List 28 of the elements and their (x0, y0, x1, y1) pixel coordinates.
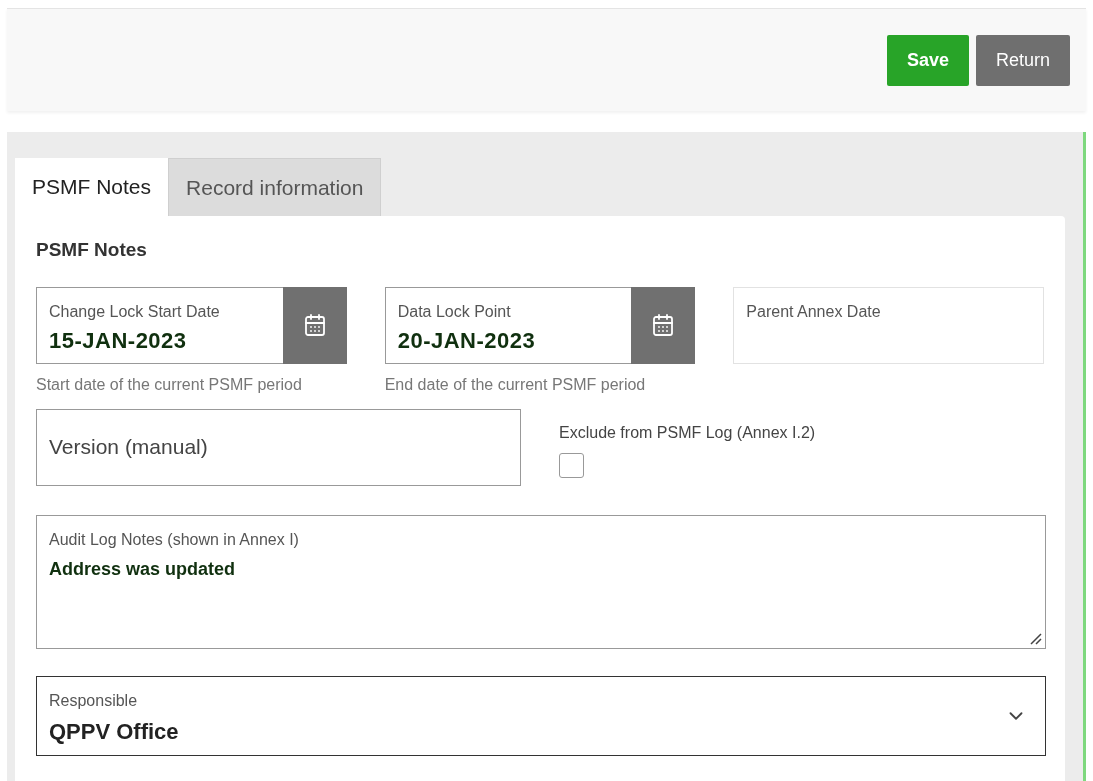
field-value: Address was updated (49, 557, 237, 581)
tab[interactable]: Record information (168, 158, 382, 216)
calendar-icon (651, 313, 676, 337)
field-hint: End date of the current PSMF period (384, 374, 647, 395)
field-label: Data Lock Point (397, 301, 512, 322)
checkbox-label: Exclude from PSMF Log (Annex I.2) (559, 422, 816, 443)
resize-handle-icon (1028, 630, 1042, 645)
version-field[interactable]: Version (manual) (36, 408, 521, 486)
section-title: PSMF Notes (36, 238, 148, 262)
field-label: Audit Log Notes (shown in Annex I) (49, 529, 300, 550)
calendar-button[interactable] (631, 286, 696, 364)
date-field[interactable]: Data Lock Point 20-JAN-2023 (384, 286, 696, 364)
notes-field[interactable]: Audit Log Notes (shown in Annex I) Address was updated (36, 514, 1046, 649)
field-label: Parent Annex Date (746, 301, 882, 322)
tab[interactable]: PSMF Notes (15, 158, 169, 216)
field-value: QPPV Office (49, 717, 179, 746)
field-value: 15-JAN-2023 (49, 326, 188, 355)
field-value: 20-JAN-2023 (397, 326, 537, 355)
responsible-select[interactable]: Responsible QPPV Office (36, 675, 1046, 756)
date-field[interactable]: Change Lock Start Date 15-JAN-2023 (36, 286, 347, 364)
date-field[interactable]: Parent Annex Date (733, 286, 1044, 364)
return-button[interactable]: Return (975, 34, 1070, 86)
field-label: Responsible (49, 690, 139, 711)
field-label: Change Lock Start Date (49, 301, 221, 322)
field-hint: Start date of the current PSMF period (36, 374, 303, 395)
exclude-checkbox[interactable] (559, 452, 584, 478)
calendar-icon (302, 313, 327, 337)
calendar-button[interactable] (282, 286, 347, 364)
